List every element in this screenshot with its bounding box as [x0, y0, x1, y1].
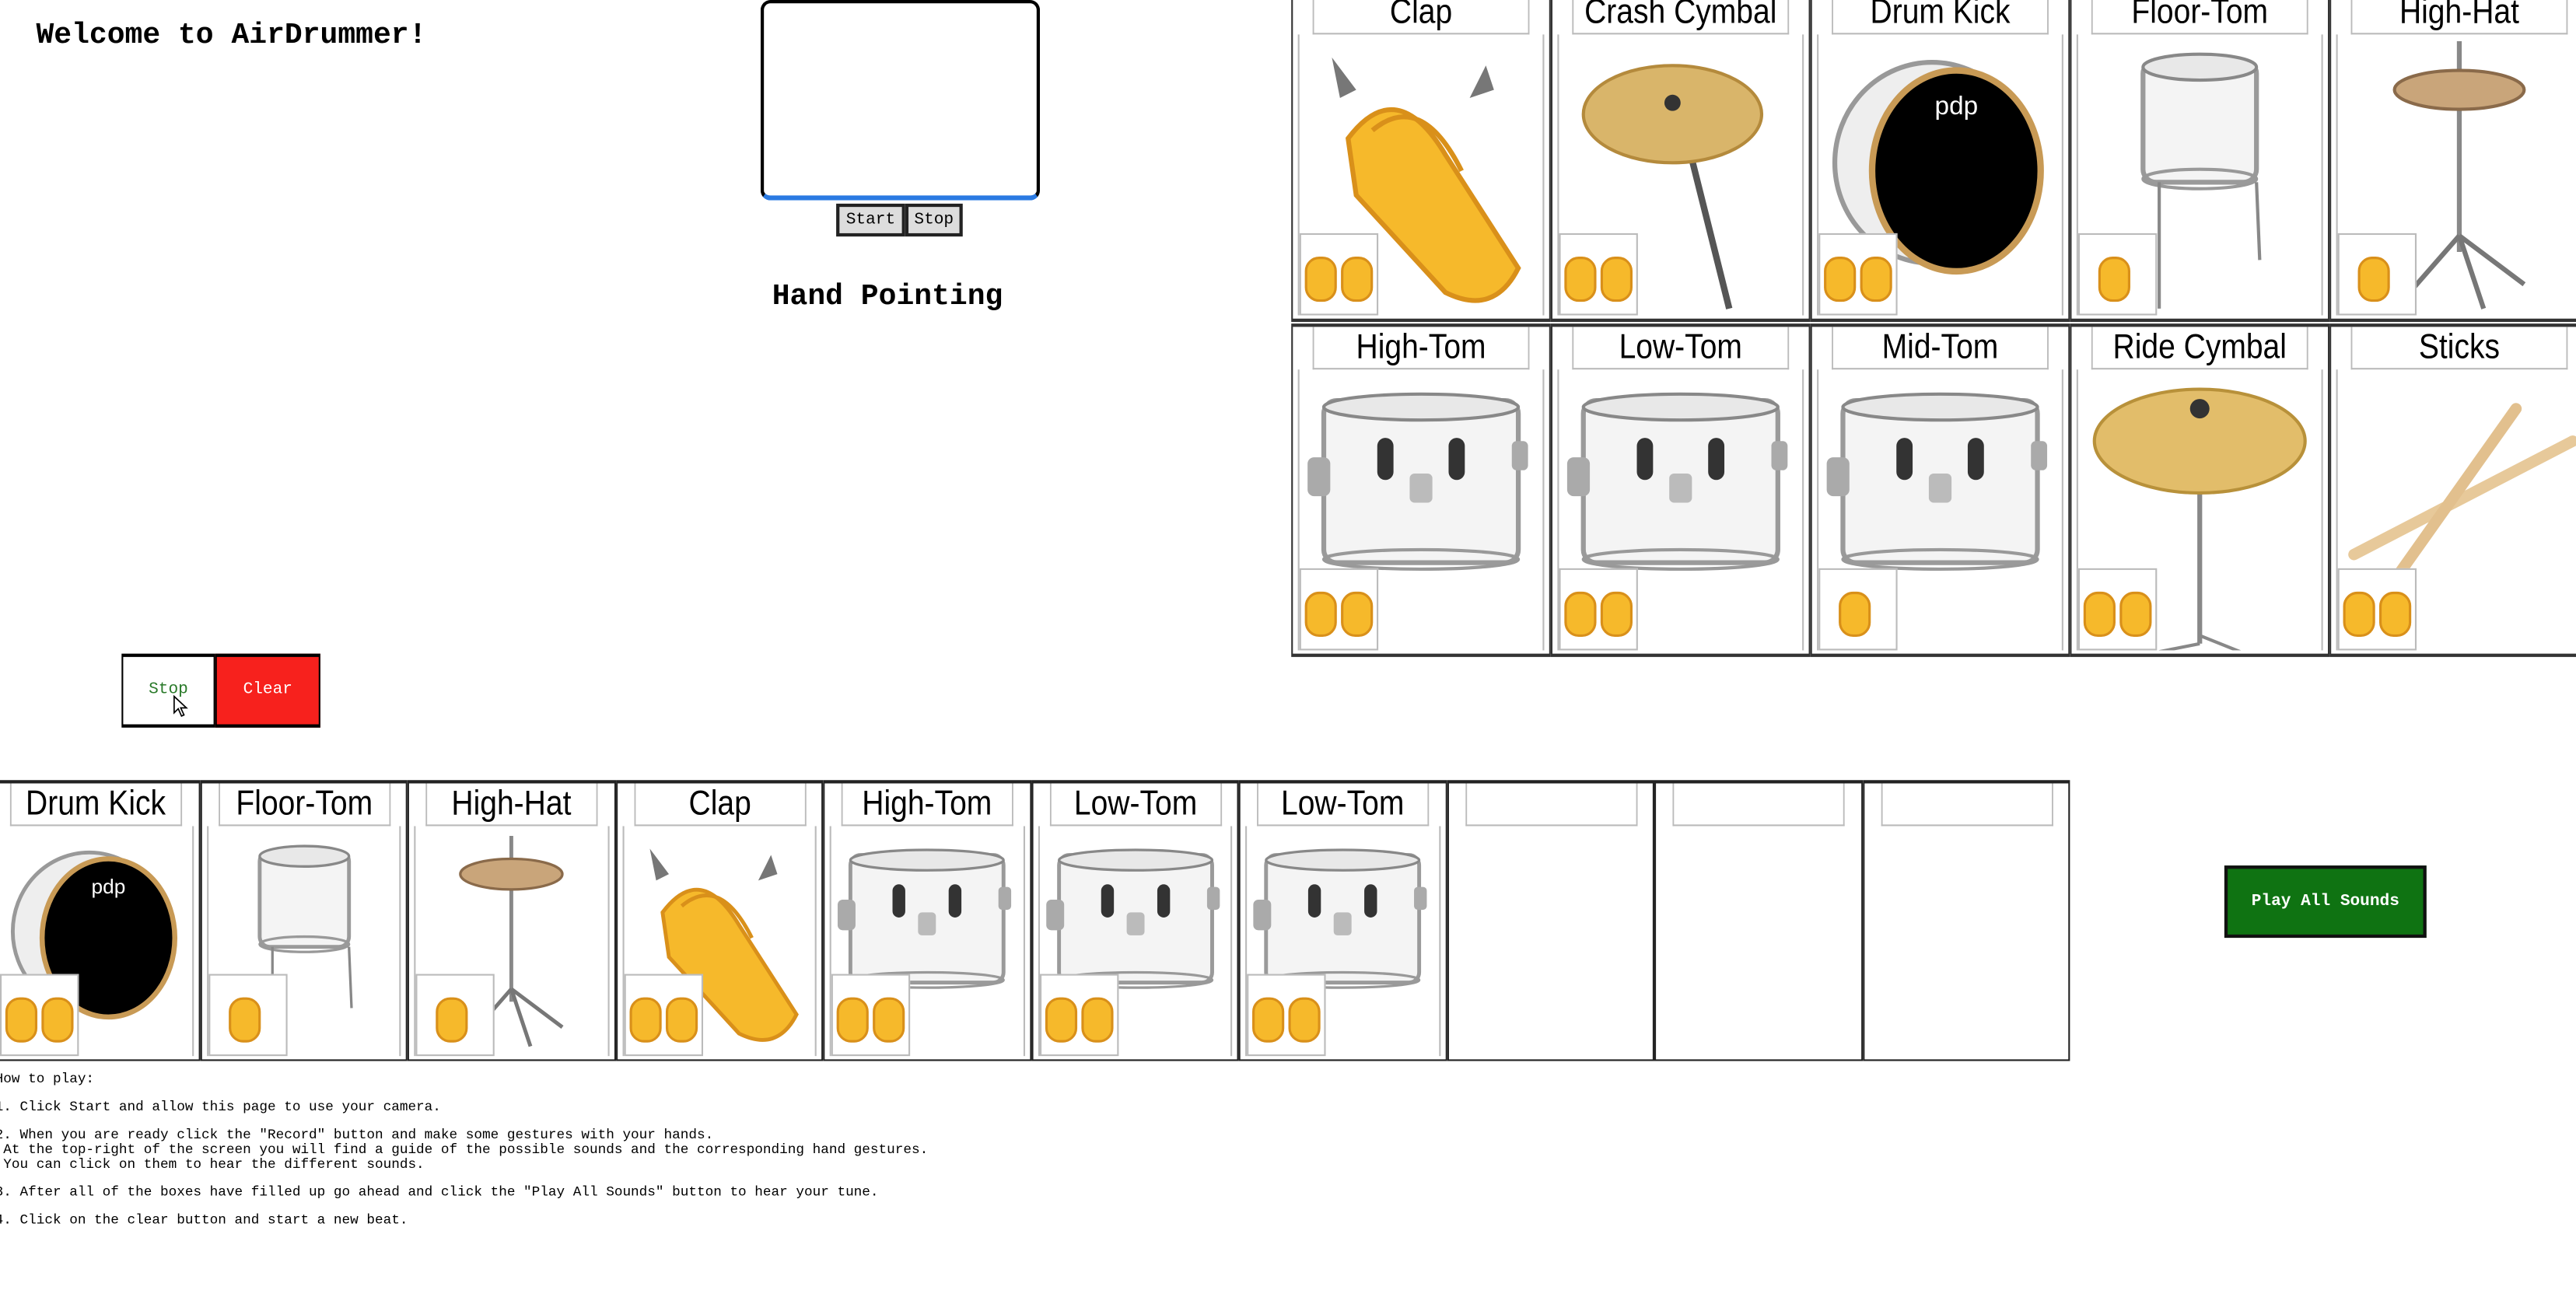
sequence-cell[interactable]: High-Hat: [407, 780, 616, 1061]
sequence-cell: [1654, 780, 1863, 1061]
sequence-cell: [1446, 780, 1654, 1061]
instruction-step: You can click on them to hear the differ…: [0, 1155, 425, 1173]
detected-gesture-label: Hand Pointing: [772, 281, 1003, 314]
two-fists-icon: [831, 974, 911, 1057]
guide-cell[interactable]: Clap: [1291, 0, 1551, 322]
fist-and-palm-icon: [1299, 232, 1379, 316]
sequence-label: Clap: [633, 783, 805, 827]
sequence-cell[interactable]: Clap: [615, 780, 824, 1061]
sequence-label: Floor-Tom: [218, 783, 390, 827]
play-all-sounds-button[interactable]: Play All Sounds: [2224, 865, 2427, 939]
camera-stop-button[interactable]: Stop: [905, 203, 963, 237]
guide-label: Sticks: [2350, 327, 2568, 370]
sequence-label: High-Hat: [425, 783, 597, 827]
fist-and-palm-icon: [623, 974, 702, 1057]
guide-label: Crash Cymbal: [1572, 0, 1790, 35]
guide-label: Drum Kick: [1832, 0, 2049, 35]
instruction-step: 3. After all of the boxes have filled up…: [0, 1183, 879, 1201]
guide-label: High-Tom: [1312, 327, 1530, 370]
page-title: Welcome to AirDrummer!: [36, 19, 427, 53]
guide-cell[interactable]: High-Hat: [2329, 0, 2576, 322]
sequence-label: [1672, 783, 1844, 827]
sequence-label: [1880, 783, 2052, 827]
guide-label: Clap: [1312, 0, 1530, 35]
raising-hands-icon: [1818, 232, 1898, 316]
sequence-cell[interactable]: Low-Tom: [1031, 780, 1239, 1061]
clear-button[interactable]: Clear: [215, 653, 320, 728]
svg-text:pdp: pdp: [92, 875, 126, 898]
guide-cell[interactable]: Crash Cymbal: [1550, 0, 1811, 322]
sequence-label: Drum Kick: [9, 783, 182, 827]
guide-cell[interactable]: Sticks: [2329, 323, 2576, 657]
instruction-step: At the top-right of the screen you will …: [0, 1141, 929, 1159]
pointing-and-fist-icon: [2337, 568, 2417, 651]
two-pointing-up-icon: [1559, 568, 1638, 651]
raising-hands-icon: [0, 974, 79, 1057]
mouse-cursor-icon: [173, 694, 188, 718]
airdrummer-page: Welcome to AirDrummer! Start Stop Hand P…: [0, 0, 2576, 1304]
guide-cell[interactable]: High-Tom: [1291, 323, 1551, 657]
two-fists-icon: [1299, 568, 1379, 651]
camera-start-button[interactable]: Start: [836, 203, 905, 237]
two-pointing-up-icon: [1038, 974, 1118, 1057]
camera-video-feed: [760, 0, 1041, 201]
sequence-cell[interactable]: Floor-Tom: [199, 780, 408, 1061]
instruction-step: 1. Click Start and allow this page to us…: [0, 1099, 441, 1116]
raised-palm-icon: [208, 974, 287, 1057]
sequence-cell[interactable]: Low-Tom: [1238, 780, 1447, 1061]
two-pointing-up-icon: [1247, 974, 1326, 1057]
sequence-cell[interactable]: High-Tom: [823, 780, 1031, 1061]
guide-label: High-Hat: [2350, 0, 2568, 35]
sequence-label: High-Tom: [841, 783, 1013, 827]
pinch-hand-icon: [1559, 232, 1638, 316]
svg-text:pdp: pdp: [1935, 92, 1979, 121]
sequence-label: Low-Tom: [1048, 783, 1221, 827]
instructions-heading: How to play:: [0, 1071, 95, 1088]
guide-cell[interactable]: Ride Cymbal: [2070, 323, 2330, 657]
guide-label: Ride Cymbal: [2091, 327, 2308, 370]
pointing-right-icon: [1818, 568, 1898, 651]
two-pinch-hands-icon: [2077, 568, 2158, 651]
sequence-cell: [1862, 780, 2070, 1061]
guide-label: Floor-Tom: [2091, 0, 2308, 35]
instruction-step: 4. Click on the clear button and start a…: [0, 1211, 408, 1229]
guide-cell[interactable]: Low-Tom: [1550, 323, 1811, 657]
guide-cell[interactable]: Drum Kick pdp: [1810, 0, 2070, 322]
sequence-label: Low-Tom: [1257, 783, 1429, 827]
guide-label: Mid-Tom: [1832, 327, 2049, 370]
guide-cell[interactable]: Mid-Tom: [1810, 323, 2070, 657]
guide-cell[interactable]: Floor-Tom: [2070, 0, 2330, 322]
guide-label: Low-Tom: [1572, 327, 1790, 370]
sequence-label: [1465, 783, 1636, 827]
raised-palm-icon: [2077, 232, 2158, 316]
raised-fist-icon: [415, 974, 495, 1057]
raised-fist-icon: [2337, 232, 2417, 316]
instructions: How to play: 1. Click Start and allow th…: [0, 1072, 928, 1228]
record-stop-button[interactable]: Stop: [121, 653, 215, 728]
sequence-cell[interactable]: Drum Kick pdp: [0, 780, 200, 1061]
